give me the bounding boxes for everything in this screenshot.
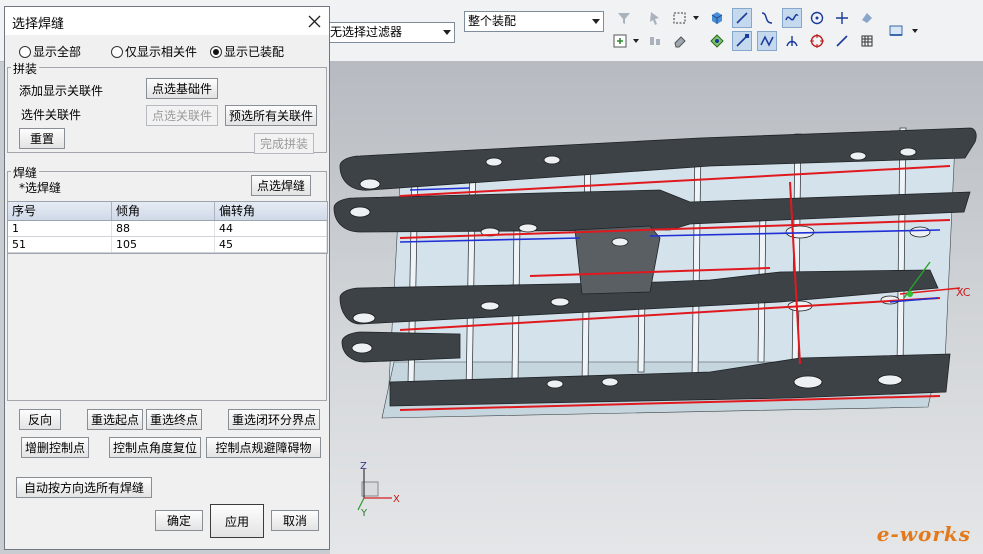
header-index[interactable]: 序号 bbox=[8, 202, 112, 220]
close-icon bbox=[308, 15, 320, 27]
chevron-down-icon[interactable] bbox=[693, 16, 699, 20]
perpendicular-icon[interactable] bbox=[782, 31, 802, 51]
line-tool-icon[interactable] bbox=[732, 8, 752, 28]
reset-button[interactable]: 重置 bbox=[19, 128, 65, 149]
pick-base-part-button[interactable]: 点选基础件 bbox=[146, 78, 218, 99]
view-orient-icon[interactable] bbox=[857, 8, 877, 28]
radio-show-related[interactable]: 仅显示相关件 bbox=[111, 43, 197, 60]
midpoint-icon[interactable] bbox=[757, 31, 777, 51]
reselect-end-button[interactable]: 重选终点 bbox=[146, 409, 202, 430]
box-select-icon[interactable] bbox=[670, 8, 690, 28]
y-axis-label: Y bbox=[360, 508, 368, 519]
table-row[interactable]: 1 88 44 bbox=[8, 221, 327, 237]
select-weld-dialog: 选择焊缝 显示全部 仅显示相关件 显示已装配 拼装 添加显示关联件 点选基础件 … bbox=[4, 6, 330, 550]
weld-table-header: 序号 倾角 偏转角 bbox=[8, 202, 327, 221]
reselect-start-button[interactable]: 重选起点 bbox=[87, 409, 143, 430]
close-button[interactable] bbox=[303, 10, 325, 32]
weld-table: 序号 倾角 偏转角 1 88 44 51 105 45 bbox=[7, 201, 328, 254]
avoid-obstacle-button[interactable]: 控制点规避障碍物 bbox=[206, 437, 321, 458]
chevron-down-icon bbox=[443, 30, 451, 35]
auto-select-all-welds-button[interactable]: 自动按方向选所有焊缝 bbox=[16, 477, 152, 498]
pick-weld-button[interactable]: 点选焊缝 bbox=[251, 175, 311, 196]
preselect-all-related-button[interactable]: 预选所有关联件 bbox=[225, 105, 317, 126]
grid-icon[interactable] bbox=[857, 31, 877, 51]
table-row[interactable]: 51 105 45 bbox=[8, 237, 327, 253]
endpoint-icon[interactable] bbox=[732, 31, 752, 51]
graphics-viewport[interactable]: XC Z X Y e-works bbox=[330, 62, 983, 554]
eraser-icon[interactable] bbox=[670, 31, 690, 51]
dialog-title: 选择焊缝 bbox=[12, 17, 65, 32]
apply-button[interactable]: 应用 bbox=[210, 504, 264, 538]
radio-circle-icon bbox=[111, 45, 123, 58]
add-related-label: 添加显示关联件 bbox=[19, 84, 104, 98]
snap-point-icon[interactable] bbox=[645, 8, 665, 28]
select-related-label: 选件关联件 bbox=[21, 108, 82, 122]
crosshair-icon[interactable] bbox=[832, 8, 852, 28]
filter-settings-icon[interactable] bbox=[614, 8, 634, 28]
radio-show-all[interactable]: 显示全部 bbox=[19, 43, 81, 60]
spline-tool-icon[interactable] bbox=[782, 8, 802, 28]
pick-related-part-button[interactable]: 点选关联件 bbox=[146, 105, 218, 126]
watermark-logo: e-works bbox=[876, 522, 971, 546]
z-axis-label: Z bbox=[360, 461, 367, 472]
circle-center-icon[interactable] bbox=[807, 8, 827, 28]
quadrant-icon[interactable] bbox=[807, 31, 827, 51]
edit-control-points-button[interactable]: 增删控制点 bbox=[21, 437, 89, 458]
radio-circle-checked-icon bbox=[210, 45, 222, 58]
reverse-button[interactable]: 反向 bbox=[19, 409, 61, 430]
select-weld-label: *选焊缝 bbox=[19, 181, 62, 195]
chevron-down-icon[interactable] bbox=[912, 29, 918, 33]
selection-filter-combo[interactable]: 无选择过滤器 bbox=[326, 22, 455, 43]
curve-tool-icon[interactable] bbox=[757, 8, 777, 28]
assembly-group-label: 拼装 bbox=[11, 60, 40, 77]
header-tilt-angle[interactable]: 倾角 bbox=[112, 202, 215, 220]
finish-assembly-button[interactable]: 完成拼装 bbox=[254, 133, 314, 154]
weld-frame-model[interactable]: XC bbox=[330, 62, 983, 554]
assembly-scope-combo[interactable]: 整个装配 bbox=[464, 11, 604, 32]
add-point-icon[interactable] bbox=[610, 31, 630, 51]
dialog-title-bar[interactable]: 选择焊缝 bbox=[5, 7, 329, 35]
radio-show-assembled[interactable]: 显示已装配 bbox=[210, 43, 284, 60]
cancel-button[interactable]: 取消 bbox=[271, 510, 319, 531]
radio-circle-icon bbox=[19, 45, 31, 58]
xc-axis-label: XC bbox=[956, 286, 971, 299]
reselect-loop-boundary-button[interactable]: 重选闭环分界点 bbox=[228, 409, 320, 430]
ok-button[interactable]: 确定 bbox=[155, 510, 203, 531]
coordinate-triad: Z X Y bbox=[357, 461, 400, 519]
x-axis-label: X bbox=[393, 494, 400, 505]
measure-icon[interactable] bbox=[645, 31, 665, 51]
chevron-down-icon[interactable] bbox=[633, 39, 639, 43]
display-mode-icon[interactable] bbox=[886, 21, 906, 41]
snap-grid-icon[interactable] bbox=[707, 31, 727, 51]
solid-body-icon[interactable] bbox=[707, 8, 727, 28]
header-rotation-angle[interactable]: 偏转角 bbox=[215, 202, 327, 220]
reset-control-angle-button[interactable]: 控制点角度复位 bbox=[109, 437, 201, 458]
tangent-icon[interactable] bbox=[832, 31, 852, 51]
chevron-down-icon bbox=[592, 19, 600, 24]
